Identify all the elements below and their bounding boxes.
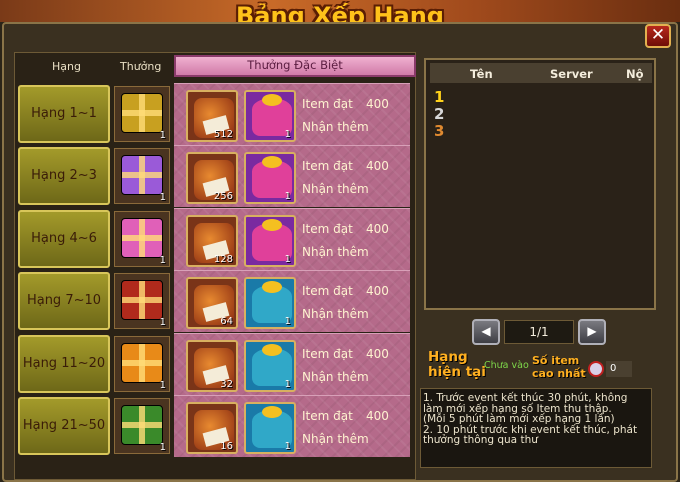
bonus-label: Nhận thêm	[302, 120, 369, 134]
gift-count: 1	[284, 254, 291, 265]
note-line: 1. Trước event kết thúc 30 phút, không	[423, 392, 628, 404]
item-requirement-value: 400	[366, 159, 389, 173]
item-requirement-label: Item đạt	[302, 284, 353, 298]
page-indicator: 1/1	[504, 320, 574, 344]
reward-row: Hạng 4~6 1 128 1 Item đạt 400 Nhận thêm	[18, 208, 412, 270]
reward-row: Hạng 11~20 1 32 1 Item đạt 400 Nhận thêm	[18, 333, 412, 395]
rank-tier-button[interactable]: Hạng 1~1	[18, 85, 110, 143]
event-notes: 1. Trước event kết thúc 30 phút, không l…	[420, 388, 652, 468]
next-page-button[interactable]: ▶	[578, 319, 606, 345]
bonus-label: Nhận thêm	[302, 370, 369, 384]
gift-count: 1	[284, 129, 291, 140]
box-count: 1	[159, 442, 166, 453]
item-requirement-label: Item đạt	[302, 159, 353, 173]
gift-item-slot[interactable]: 1	[244, 402, 296, 454]
top-items-label: Số item cao nhất	[532, 354, 586, 380]
item-requirement-label: Item đạt	[302, 347, 353, 361]
rank-tier-button[interactable]: Hạng 2~3	[18, 147, 110, 205]
treasure-box-icon	[121, 218, 163, 258]
rank-tier-button[interactable]: Hạng 21~50	[18, 397, 110, 455]
reward-row: Hạng 21~50 1 16 1 Item đạt 400 Nhận thêm	[18, 395, 412, 457]
rank-tier-button[interactable]: Hạng 11~20	[18, 335, 110, 393]
item-requirement-value: 400	[366, 347, 389, 361]
scroll-item-slot[interactable]: 512	[186, 90, 238, 142]
gift-item-slot[interactable]: 1	[244, 340, 296, 392]
header-rank: Hạng	[52, 60, 81, 73]
treasure-box-icon	[121, 405, 163, 445]
gift-count: 1	[284, 316, 291, 327]
item-requirement-value: 400	[366, 222, 389, 236]
gift-item-slot[interactable]: 1	[244, 90, 296, 142]
reward-box-slot[interactable]: 1	[114, 336, 170, 392]
current-rank-label: Hạng hiện tại	[428, 349, 486, 380]
reward-box-slot[interactable]: 1	[114, 148, 170, 204]
prev-page-button[interactable]: ◀	[472, 319, 500, 345]
item-requirement-value: 400	[366, 97, 389, 111]
scroll-item-slot[interactable]: 32	[186, 340, 238, 392]
reward-box-slot[interactable]: 1	[114, 273, 170, 329]
item-requirement-label: Item đạt	[302, 222, 353, 236]
gift-count: 1	[284, 191, 291, 202]
box-count: 1	[159, 317, 166, 328]
treasure-box-icon	[121, 93, 163, 133]
gift-count: 1	[284, 441, 291, 452]
scroll-count: 16	[220, 441, 233, 452]
reward-row: Hạng 1~1 1 512 1 Item đạt 400 Nhận thêm	[18, 83, 412, 145]
reward-box-slot[interactable]: 1	[114, 211, 170, 267]
reward-row: Hạng 2~3 1 256 1 Item đạt 400 Nhận thêm	[18, 145, 412, 207]
gift-item-slot[interactable]: 1	[244, 277, 296, 329]
gift-item-slot[interactable]: 1	[244, 152, 296, 204]
scroll-count: 128	[213, 254, 233, 265]
item-requirement-label: Item đạt	[302, 409, 353, 423]
box-count: 1	[159, 130, 166, 141]
scroll-count: 256	[213, 191, 233, 202]
header-reward: Thưởng	[120, 60, 162, 73]
reward-box-slot[interactable]: 1	[114, 86, 170, 142]
treasure-box-icon	[121, 155, 163, 195]
scroll-item-slot[interactable]: 128	[186, 215, 238, 267]
leaderboard-rank-2: 2	[434, 105, 445, 123]
scroll-count: 64	[220, 316, 233, 327]
leaderboard-panel: Tên Server Nộ 1 2 3	[424, 58, 656, 310]
leaderboard-rank-3: 3	[434, 122, 445, 140]
col-server: Server	[550, 67, 593, 81]
item-requirement-value: 400	[366, 284, 389, 298]
current-rank-value: Chưa vào	[484, 360, 529, 371]
scroll-item-slot[interactable]: 16	[186, 402, 238, 454]
reward-box-slot[interactable]: 1	[114, 398, 170, 454]
scroll-item-slot[interactable]: 256	[186, 152, 238, 204]
box-count: 1	[159, 255, 166, 266]
treasure-box-icon	[121, 343, 163, 383]
bonus-label: Nhận thêm	[302, 307, 369, 321]
leaderboard-rank-1: 1	[434, 88, 445, 106]
col-no: Nộ	[626, 67, 644, 81]
scroll-item-slot[interactable]: 64	[186, 277, 238, 329]
scroll-count: 512	[213, 129, 233, 140]
note-line: thưởng thông qua thư	[423, 434, 538, 446]
bonus-label: Nhận thêm	[302, 245, 369, 259]
rank-tier-button[interactable]: Hạng 4~6	[18, 210, 110, 268]
item-requirement-label: Item đạt	[302, 97, 353, 111]
close-button[interactable]: ✕	[645, 24, 671, 48]
top-items-value: 0	[606, 361, 632, 377]
item-requirement-value: 400	[366, 409, 389, 423]
treasure-box-icon	[121, 280, 163, 320]
rank-tier-button[interactable]: Hạng 7~10	[18, 272, 110, 330]
bonus-label: Nhận thêm	[302, 182, 369, 196]
header-special-reward: Thưởng Đặc Biệt	[174, 55, 416, 77]
reward-row: Hạng 7~10 1 64 1 Item đạt 400 Nhận thêm	[18, 270, 412, 332]
col-name: Tên	[470, 67, 493, 81]
bonus-label: Nhận thêm	[302, 432, 369, 446]
leaderboard-header: Tên Server Nộ	[430, 63, 652, 83]
gift-item-slot[interactable]: 1	[244, 215, 296, 267]
gift-count: 1	[284, 379, 291, 390]
box-count: 1	[159, 192, 166, 203]
item-icon	[588, 361, 604, 377]
note-line: (Mỗi 5 phút làm mới xếp hạng 1 lần)	[423, 413, 615, 425]
box-count: 1	[159, 380, 166, 391]
scroll-count: 32	[220, 379, 233, 390]
